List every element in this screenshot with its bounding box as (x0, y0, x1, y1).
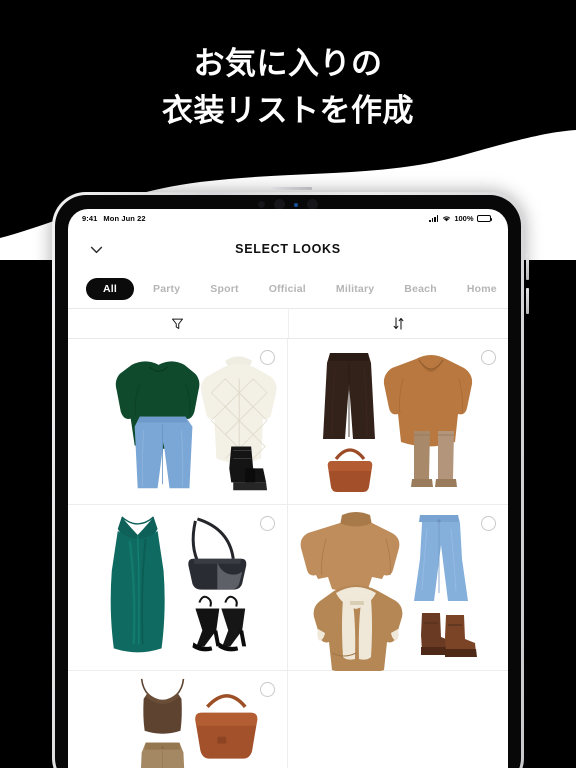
look-preview-3 (110, 516, 247, 653)
black-ankle-strap-heels-item (192, 595, 247, 652)
brown-chelsea-boots-item (421, 613, 477, 657)
look-preview-2 (323, 353, 473, 492)
tab-military[interactable]: Military (325, 278, 385, 300)
light-blue-flare-jeans-item (414, 515, 468, 601)
status-bar: 9:41 Mon Jun 22 100% (68, 209, 508, 228)
black-shoulder-bag-item (188, 517, 247, 590)
promo-headline: お気に入りの 衣装リストを作成 (0, 40, 576, 134)
look-card-5[interactable] (68, 671, 288, 768)
look-preview-5 (140, 678, 258, 768)
look-card-3[interactable] (68, 505, 288, 671)
battery-full-icon (477, 215, 493, 222)
look-select-checkbox[interactable] (260, 350, 275, 365)
look-select-checkbox[interactable] (481, 350, 496, 365)
tab-home[interactable]: Home (456, 278, 508, 300)
tab-party[interactable]: Party (142, 278, 191, 300)
page-title: SELECT LOOKS (235, 242, 341, 256)
tab-all[interactable]: All (86, 278, 135, 300)
category-tab-bar: All Party Sport Official Military Beach … (68, 270, 508, 308)
app-screen: 9:41 Mon Jun 22 100% SELECT LOOKS All Pa… (68, 209, 508, 768)
look-preview-1 (115, 356, 277, 491)
tan-shearling-coat-item (313, 585, 403, 671)
look-preview-6-empty (288, 671, 508, 768)
status-date: Mon Jun 22 (103, 214, 146, 223)
teal-satin-slip-dress-item (110, 516, 165, 653)
camera-sensor-icon (258, 201, 265, 208)
look-card-1[interactable] (68, 339, 288, 505)
battery-percent-label: 100% (454, 214, 474, 223)
device-bezel: 9:41 Mon Jun 22 100% SELECT LOOKS All Pa… (55, 195, 521, 768)
tab-sport[interactable]: Sport (199, 278, 249, 300)
app-header: SELECT LOOKS (68, 228, 508, 270)
brown-leather-shoulder-bag-item (195, 694, 258, 759)
power-button[interactable] (272, 187, 312, 190)
status-bar-right: 100% (428, 214, 493, 223)
promo-headline-line-2: 衣装リストを作成 (162, 93, 414, 129)
black-platform-ankle-boots-item (229, 446, 268, 491)
cellular-signal-icon (428, 215, 439, 222)
wifi-icon (442, 216, 450, 222)
dark-brown-wide-trousers-item (323, 353, 375, 439)
brown-leather-handbag-item (327, 448, 373, 492)
status-bar-left: 9:41 Mon Jun 22 (82, 214, 146, 223)
status-time: 9:41 (82, 214, 98, 223)
filter-funnel-icon (172, 318, 184, 329)
look-preview-4 (300, 512, 477, 671)
look-card-6[interactable] (288, 671, 508, 768)
tablet-device-mockup: 9:41 Mon Jun 22 100% SELECT LOOKS All Pa… (52, 187, 529, 768)
beige-suede-skirt-item (140, 742, 185, 768)
camera-indicator-dot-icon (294, 202, 298, 207)
filter-button[interactable] (68, 309, 288, 338)
look-card-4[interactable] (288, 505, 508, 671)
sort-arrows-icon (393, 317, 404, 330)
volume-up-button[interactable] (526, 254, 529, 280)
look-card-2[interactable] (288, 339, 508, 505)
looks-grid (68, 339, 508, 768)
light-blue-wide-jeans-item (134, 416, 193, 489)
look-select-checkbox[interactable] (260, 682, 275, 697)
look-select-checkbox[interactable] (260, 516, 275, 531)
filter-sort-toolbar (68, 308, 508, 339)
look-select-checkbox[interactable] (481, 516, 496, 531)
chevron-down-icon[interactable] (88, 241, 105, 258)
tab-beach[interactable]: Beach (393, 278, 448, 300)
promo-headline-line-1: お気に入りの (193, 46, 383, 81)
camel-turtleneck-sweater-item (300, 512, 400, 592)
volume-down-button[interactable] (526, 288, 529, 314)
tab-official[interactable]: Official (258, 278, 317, 300)
brown-crop-cami-top-item (140, 678, 185, 734)
sort-button[interactable] (287, 309, 509, 338)
